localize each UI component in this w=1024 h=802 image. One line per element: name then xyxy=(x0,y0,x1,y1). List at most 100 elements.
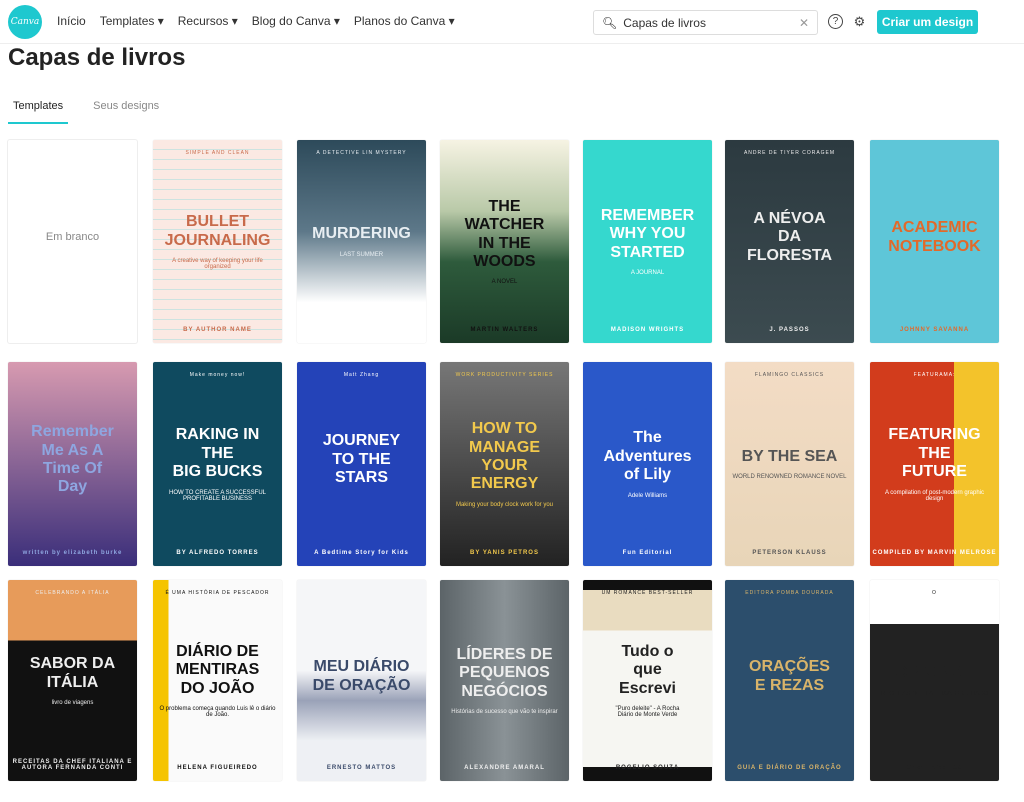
card-top-text: Matt Zhang xyxy=(343,372,380,378)
template-card[interactable]: ACADEMIC NOTEBOOK JOHNNY SAVANNA xyxy=(870,140,999,343)
template-card[interactable]: FLAMINGO CLASSICS BY THE SEA WORLD RENOWNE… xyxy=(725,362,854,566)
card-author: PETERSON KLAUSS xyxy=(752,550,827,556)
card-title: MEU DIÁRIO DE ORAÇÃO xyxy=(312,658,411,694)
template-card[interactable]: WORK PRODUCTIVITY SERIES HOW TO MANAGE YO… xyxy=(440,362,569,566)
template-card[interactable]: É UMA HISTÓRIA DE PESCADOR DIÁRIO DE MENT… xyxy=(153,580,282,781)
template-card[interactable]: REMEMBER WHY YOU STARTED A JOURNAL MADISON… xyxy=(583,140,712,343)
card-title: REMEMBER WHY YOU STARTED xyxy=(600,206,695,261)
card-subtitle: A JOURNAL xyxy=(630,270,665,277)
menu-templates[interactable]: Templates ▾ xyxy=(100,14,164,28)
card-author: BY YANIS PETROS xyxy=(470,550,539,556)
tab-seus-designs[interactable]: Seus designs xyxy=(88,98,164,124)
card-subtitle: WORLD RENOWNED ROMANCE NOVEL xyxy=(732,474,847,481)
card-title: JOURNEY TO THE STARS xyxy=(322,432,401,487)
template-card[interactable]: SIMPLE AND CLEAN BULLET JOURNALING A creat… xyxy=(153,140,282,343)
card-subtitle: Making your body clock work for you xyxy=(455,501,554,508)
card-title: ORAÇÕES E REZAS xyxy=(749,658,830,694)
card-subtitle: livro de viagens xyxy=(51,699,94,706)
card-author: ROGELIO SOUZA xyxy=(615,765,680,771)
card-author: written by elizabeth burke xyxy=(22,550,123,556)
card-title: A NÉVOA DA FLORESTA xyxy=(746,209,833,264)
card-title: THE WATCHER IN THE WOODS xyxy=(464,197,545,270)
card-author: MARTIN WALTERS xyxy=(470,327,539,333)
canva-logo[interactable]: Canva xyxy=(8,5,42,39)
card-title: HOW TO MANAGE YOUR ENERGY xyxy=(468,420,541,493)
card-author: BY ALFREDO TORRES xyxy=(176,550,259,556)
menu-inicio[interactable]: Início xyxy=(57,14,86,28)
template-card[interactable]: Em branco xyxy=(8,140,137,343)
card-author: J. PASSOS xyxy=(769,327,810,333)
card-author: ERNESTO MATTOS xyxy=(326,765,397,771)
card-author: HELENA FIGUEIREDO xyxy=(177,765,258,771)
card-author: ALEXANDRE AMARAL xyxy=(464,765,545,771)
card-author: JOHNNY SAVANNA xyxy=(899,327,970,333)
card-author: Fun Editorial xyxy=(622,550,673,556)
card-author: BY AUTHOR NAME xyxy=(183,327,252,333)
menu-blog[interactable]: Blog do Canva ▾ xyxy=(252,14,340,28)
gear-icon[interactable]: ⚙ xyxy=(852,14,867,29)
card-top-text: Make money now! xyxy=(189,372,246,378)
menu-recursos[interactable]: Recursos ▾ xyxy=(178,14,238,28)
card-title: Em branco xyxy=(45,231,100,244)
card-title: BULLET JOURNALING xyxy=(164,213,271,249)
help-icon[interactable]: ? xyxy=(828,14,843,29)
tab-templates[interactable]: Templates xyxy=(8,98,69,124)
card-top-text: É UMA HISTÓRIA DE PESCADOR xyxy=(165,590,270,596)
card-author: GUIA E DIÁRIO DE ORAÇÃO xyxy=(737,765,842,771)
card-title: DIÁRIO DE MENTIRAS DO JOÃO xyxy=(175,642,260,697)
card-top-text: A DETECTIVE LIN MYSTERY xyxy=(316,150,407,156)
template-card[interactable]: Matt Zhang JOURNEY TO THE STARS A Bedtime … xyxy=(297,362,426,566)
template-card[interactable]: The Adventures of Lily Adele Williams Fun … xyxy=(583,362,712,566)
create-design-button[interactable]: Criar um design xyxy=(877,10,978,34)
tabs: Templates Seus designs xyxy=(8,98,184,124)
template-card[interactable]: Remember Me As A Time Of Day written by e… xyxy=(8,362,137,566)
search-input[interactable] xyxy=(623,15,799,30)
card-top-text: SIMPLE AND CLEAN xyxy=(185,150,250,156)
card-subtitle: Histórias de sucesso que vão te inspirar xyxy=(451,709,558,716)
card-title: FEATURING THE FUTURE xyxy=(888,426,981,481)
card-subtitle: Adele Williams xyxy=(627,492,668,499)
menu-planos[interactable]: Planos do Canva ▾ xyxy=(354,14,455,28)
card-top-text: CELEBRANDO A ITÁLIA xyxy=(35,590,110,596)
clear-icon[interactable]: ✕ xyxy=(799,16,809,30)
card-author: COMPILED BY MARVIN MELROSE xyxy=(872,550,997,556)
card-title: BY THE SEA xyxy=(741,447,838,465)
template-card[interactable]: UM ROMANCE BEST-SELLER Tudo o que Escrevi… xyxy=(583,580,712,781)
card-title: MURDERING xyxy=(312,225,411,243)
card-subtitle: A NOVEL xyxy=(491,279,518,286)
card-title: ACADEMIC NOTEBOOK xyxy=(888,219,981,255)
card-top-text: EDITORA POMBA DOURADA xyxy=(745,590,834,596)
card-subtitle: LAST SUMMER xyxy=(339,251,384,258)
card-title: ORIGINAL xyxy=(895,664,974,682)
card-subtitle: A creative way of keeping your life orga… xyxy=(172,257,263,270)
template-card[interactable]: EDITORA POMBA DOURADA ORAÇÕES E REZAS GUIA… xyxy=(725,580,854,781)
template-card[interactable]: LÍDERES DE PEQUENOS NEGÓCIOS Histórias de… xyxy=(440,580,569,781)
card-title: SABOR DA ITÁLIA xyxy=(29,655,116,691)
card-top-text: FLAMINGO CLASSICS xyxy=(754,372,825,378)
top-nav: Canva Início Templates ▾ Recursos ▾ Blog… xyxy=(0,0,1024,44)
card-author: RECEITAS DA CHEF ITALIANA E AUTORA FERNA… xyxy=(12,759,133,771)
template-card[interactable]: MEU DIÁRIO DE ORAÇÃO ERNESTO MATTOS xyxy=(297,580,426,781)
template-card[interactable]: FEATURAMA: FEATURING THE FUTURE A compilat… xyxy=(870,362,999,566)
card-title: Tudo o que Escrevi xyxy=(619,642,676,697)
card-subtitle: A compilation of post-modern graphic des… xyxy=(884,489,985,502)
card-author: MADISON WRIGHTS xyxy=(610,327,685,333)
card-author: Chef Heitor Sá xyxy=(906,765,963,771)
template-card[interactable]: CELEBRANDO A ITÁLIA SABOR DA ITÁLIA livro … xyxy=(8,580,137,781)
card-top-text: FEATURAMA: xyxy=(913,372,956,378)
card-title: LÍDERES DE PEQUENOS NEGÓCIOS xyxy=(456,645,553,700)
template-card[interactable]: A DETECTIVE LIN MYSTERY MURDERING LAST SUM… xyxy=(297,140,426,343)
card-top-text: UM ROMANCE BEST-SELLER xyxy=(601,590,694,596)
card-subtitle: "Puro deleite" - A Rocha Diário de Monte… xyxy=(615,706,680,719)
card-subtitle: HOW TO CREATE A SUCCESSFUL PROFITABLE BU… xyxy=(168,489,267,502)
main-menu: Início Templates ▾ Recursos ▾ Blog do Ca… xyxy=(57,14,455,28)
template-card[interactable]: Make money now! RAKING IN THE BIG BUCKS HO… xyxy=(153,362,282,566)
card-title: Remember Me As A Time Of Day xyxy=(31,423,114,496)
card-top-text: WORK PRODUCTIVITY SERIES xyxy=(455,372,554,378)
template-card[interactable]: THE WATCHER IN THE WOODS A NOVEL MARTIN WA… xyxy=(440,140,569,343)
search-box: 🔍︎ ✕ xyxy=(593,10,818,35)
template-card[interactable]: ANDRE DE TIYER CORAGEM A NÉVOA DA FLOREST… xyxy=(725,140,854,343)
card-subtitle: RECEITAS DE FLAT IRON GRELHADO xyxy=(880,690,989,697)
page-title: Capas de livros xyxy=(8,44,186,71)
template-card[interactable]: O ORIGINAL RECEITAS DE FLAT IRON GRELHADO C… xyxy=(870,580,999,781)
